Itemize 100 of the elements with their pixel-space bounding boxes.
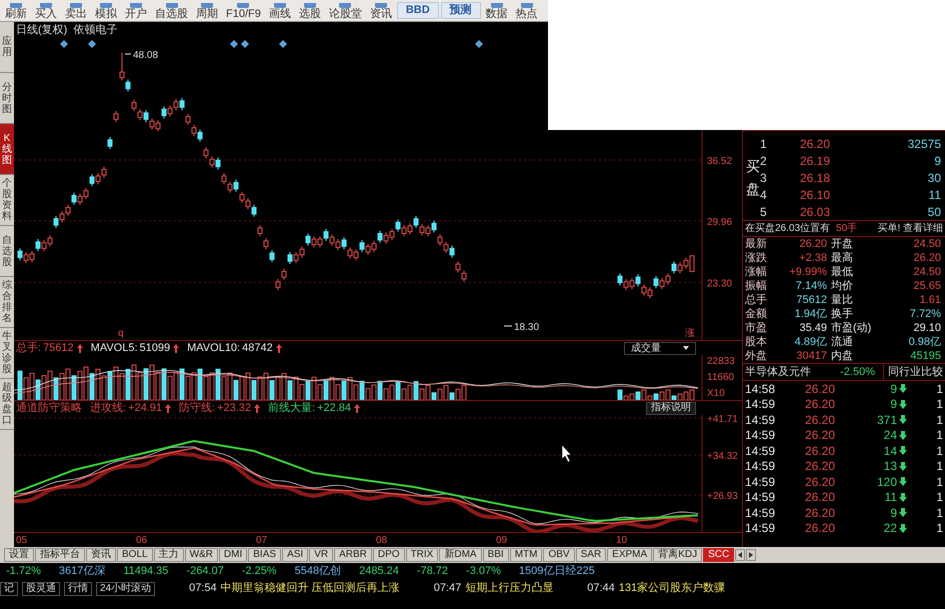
up-arrow-icon bbox=[254, 404, 260, 412]
trade-volume: 24 bbox=[882, 427, 897, 444]
news-headline[interactable]: 07:47 短期上行压力凸显 bbox=[434, 580, 554, 597]
volume-field-label: MAVOL10: bbox=[187, 340, 240, 356]
indicator-tab[interactable]: VR bbox=[309, 548, 334, 562]
news-headline[interactable]: 07:54 中期里翁稳健回升 压低回测后再上涨 bbox=[189, 580, 400, 597]
quote-value: 1.94亿 bbox=[794, 308, 827, 320]
indicator-tab[interactable]: 主力 bbox=[154, 548, 184, 562]
diamond-icon[interactable] bbox=[60, 40, 68, 48]
toolbar-button[interactable]: 数据 bbox=[482, 3, 511, 21]
candlestick bbox=[306, 232, 310, 246]
indicator-tab[interactable]: BBI bbox=[482, 548, 509, 562]
indicator-dropdown[interactable]: 成交量 bbox=[624, 342, 696, 354]
candlestick bbox=[414, 215, 418, 228]
news-tab[interactable]: 股灵通 bbox=[22, 582, 60, 596]
news-tab[interactable]: 记 bbox=[0, 582, 18, 596]
toolbar-badge-button[interactable]: 预测 bbox=[440, 2, 481, 19]
market-figure: -1.72% bbox=[6, 564, 41, 580]
indicator-tab[interactable]: 新DMA bbox=[439, 548, 482, 562]
candlestick bbox=[360, 239, 364, 253]
high-price-label: 48.08 bbox=[133, 50, 158, 61]
quote-value: 24.50 bbox=[912, 238, 942, 250]
candlestick bbox=[90, 174, 94, 187]
indicator-tab[interactable]: DMI bbox=[218, 548, 248, 562]
order-detail-link[interactable]: 买单! 查看详细 bbox=[877, 221, 943, 236]
indicator-tab[interactable]: BIAS bbox=[248, 548, 282, 562]
sector-name: 半导体及元件 bbox=[745, 364, 811, 380]
volume-field-label: 总手: bbox=[16, 340, 42, 356]
news-tab[interactable]: 24小时滚动 bbox=[96, 582, 156, 596]
quote-value: 25.65 bbox=[912, 280, 942, 292]
trade-count: 1 bbox=[936, 412, 943, 429]
candlestick bbox=[438, 234, 442, 246]
news-headline[interactable]: 07:44 131家公司股东户数骤 bbox=[587, 580, 726, 597]
quote-label: 外盘 bbox=[745, 350, 768, 362]
indicator-tab[interactable]: DPO bbox=[372, 548, 405, 562]
order-price: 26.20 bbox=[800, 136, 832, 152]
toolbar-button[interactable]: 资讯 bbox=[366, 3, 395, 21]
indicator-tab[interactable]: W&R bbox=[184, 548, 218, 562]
toolbar-button[interactable]: F10/F9 bbox=[223, 3, 264, 21]
chart-mark: 涨 bbox=[685, 328, 695, 339]
indicator-help-button[interactable]: 指标说明 bbox=[646, 402, 696, 414]
tool-icon bbox=[374, 3, 387, 8]
sidebar-tab[interactable]: 综合排名 bbox=[0, 277, 14, 328]
sidebar-tab[interactable]: K线图 bbox=[0, 124, 14, 175]
toolbar-button[interactable]: 热点 bbox=[512, 3, 541, 21]
tool-icon bbox=[490, 3, 503, 8]
trade-price: 26.20 bbox=[805, 396, 836, 414]
order-price: 26.10 bbox=[800, 186, 832, 204]
indicator-tab[interactable]: 设置 bbox=[4, 548, 34, 562]
trade-price: 26.20 bbox=[805, 474, 836, 491]
news-tab[interactable]: 行情 bbox=[64, 582, 92, 596]
quote-value: +9.99% bbox=[788, 266, 827, 278]
indicator-tab[interactable]: ARBR bbox=[334, 548, 372, 562]
indicator-tab[interactable]: OBV bbox=[543, 548, 575, 562]
indicator-tab[interactable]: EXPMA bbox=[607, 548, 652, 562]
toolbar-button[interactable]: 刷新 bbox=[2, 3, 30, 21]
up-arrow-icon bbox=[76, 344, 83, 352]
quote-value: 24.50 bbox=[912, 266, 942, 278]
indicator-tab[interactable]: ASI bbox=[282, 548, 308, 562]
toolbar-button[interactable]: 模拟 bbox=[92, 3, 120, 21]
quote-label: 市盈(动) bbox=[831, 322, 872, 334]
indicator-tab[interactable]: 资讯 bbox=[86, 548, 116, 562]
sidebar-tab[interactable]: 牛叉诊股 bbox=[0, 328, 14, 379]
tool-icon bbox=[274, 3, 286, 8]
diamond-icon[interactable] bbox=[279, 40, 287, 48]
quote-value: +2.38 bbox=[798, 252, 827, 264]
market-figure: 5548亿创 bbox=[294, 564, 342, 580]
quote-label: 换手 bbox=[831, 308, 854, 320]
toolbar-button[interactable]: 自选股 bbox=[152, 3, 191, 21]
toolbar-button[interactable]: 开户 bbox=[122, 3, 150, 21]
indicator-tab[interactable]: 背离KDJ bbox=[653, 548, 702, 562]
sidebar-tab[interactable]: 个股资料 bbox=[0, 175, 14, 226]
indicator-tab[interactable]: SAR bbox=[576, 548, 606, 562]
trade-volume: 9 bbox=[889, 380, 897, 398]
indicator-name: 通道防守策略 bbox=[16, 400, 82, 416]
tool-icon bbox=[40, 3, 52, 8]
diamond-icon[interactable] bbox=[475, 40, 483, 48]
toolbar-badge-button[interactable]: BBD bbox=[396, 2, 439, 19]
trade-volume: 371 bbox=[876, 412, 897, 429]
scroll-right-button[interactable] bbox=[746, 549, 756, 561]
volume-field-value: 48742 bbox=[242, 340, 273, 356]
indicator-tab[interactable]: SCC bbox=[703, 548, 734, 562]
indicator-tab[interactable]: MTM bbox=[510, 548, 542, 562]
candlestick bbox=[216, 156, 220, 170]
toolbar-button[interactable]: 卖出 bbox=[62, 3, 90, 21]
tool-icon bbox=[520, 3, 533, 8]
sector-compare-button[interactable]: 同行业比较 bbox=[883, 364, 943, 380]
candlestick bbox=[96, 172, 100, 185]
order-note-quantity: 50手 bbox=[836, 222, 858, 236]
toolbar-button[interactable]: 画线 bbox=[266, 3, 294, 21]
indicator-tab[interactable]: 指标平台 bbox=[35, 548, 85, 562]
sidebar-tab[interactable]: 超级盘口 bbox=[0, 379, 14, 430]
toolbar-button[interactable]: 论股堂 bbox=[326, 3, 365, 21]
scroll-left-button[interactable] bbox=[735, 549, 746, 561]
toolbar-button[interactable]: 选股 bbox=[296, 3, 324, 21]
indicator-tab[interactable]: BOLL bbox=[117, 548, 153, 562]
toolbar-button[interactable]: 买入 bbox=[32, 3, 60, 21]
diamond-icon[interactable] bbox=[88, 40, 96, 48]
indicator-tab[interactable]: TRIX bbox=[406, 548, 438, 562]
toolbar-button[interactable]: 周期 bbox=[193, 3, 221, 21]
